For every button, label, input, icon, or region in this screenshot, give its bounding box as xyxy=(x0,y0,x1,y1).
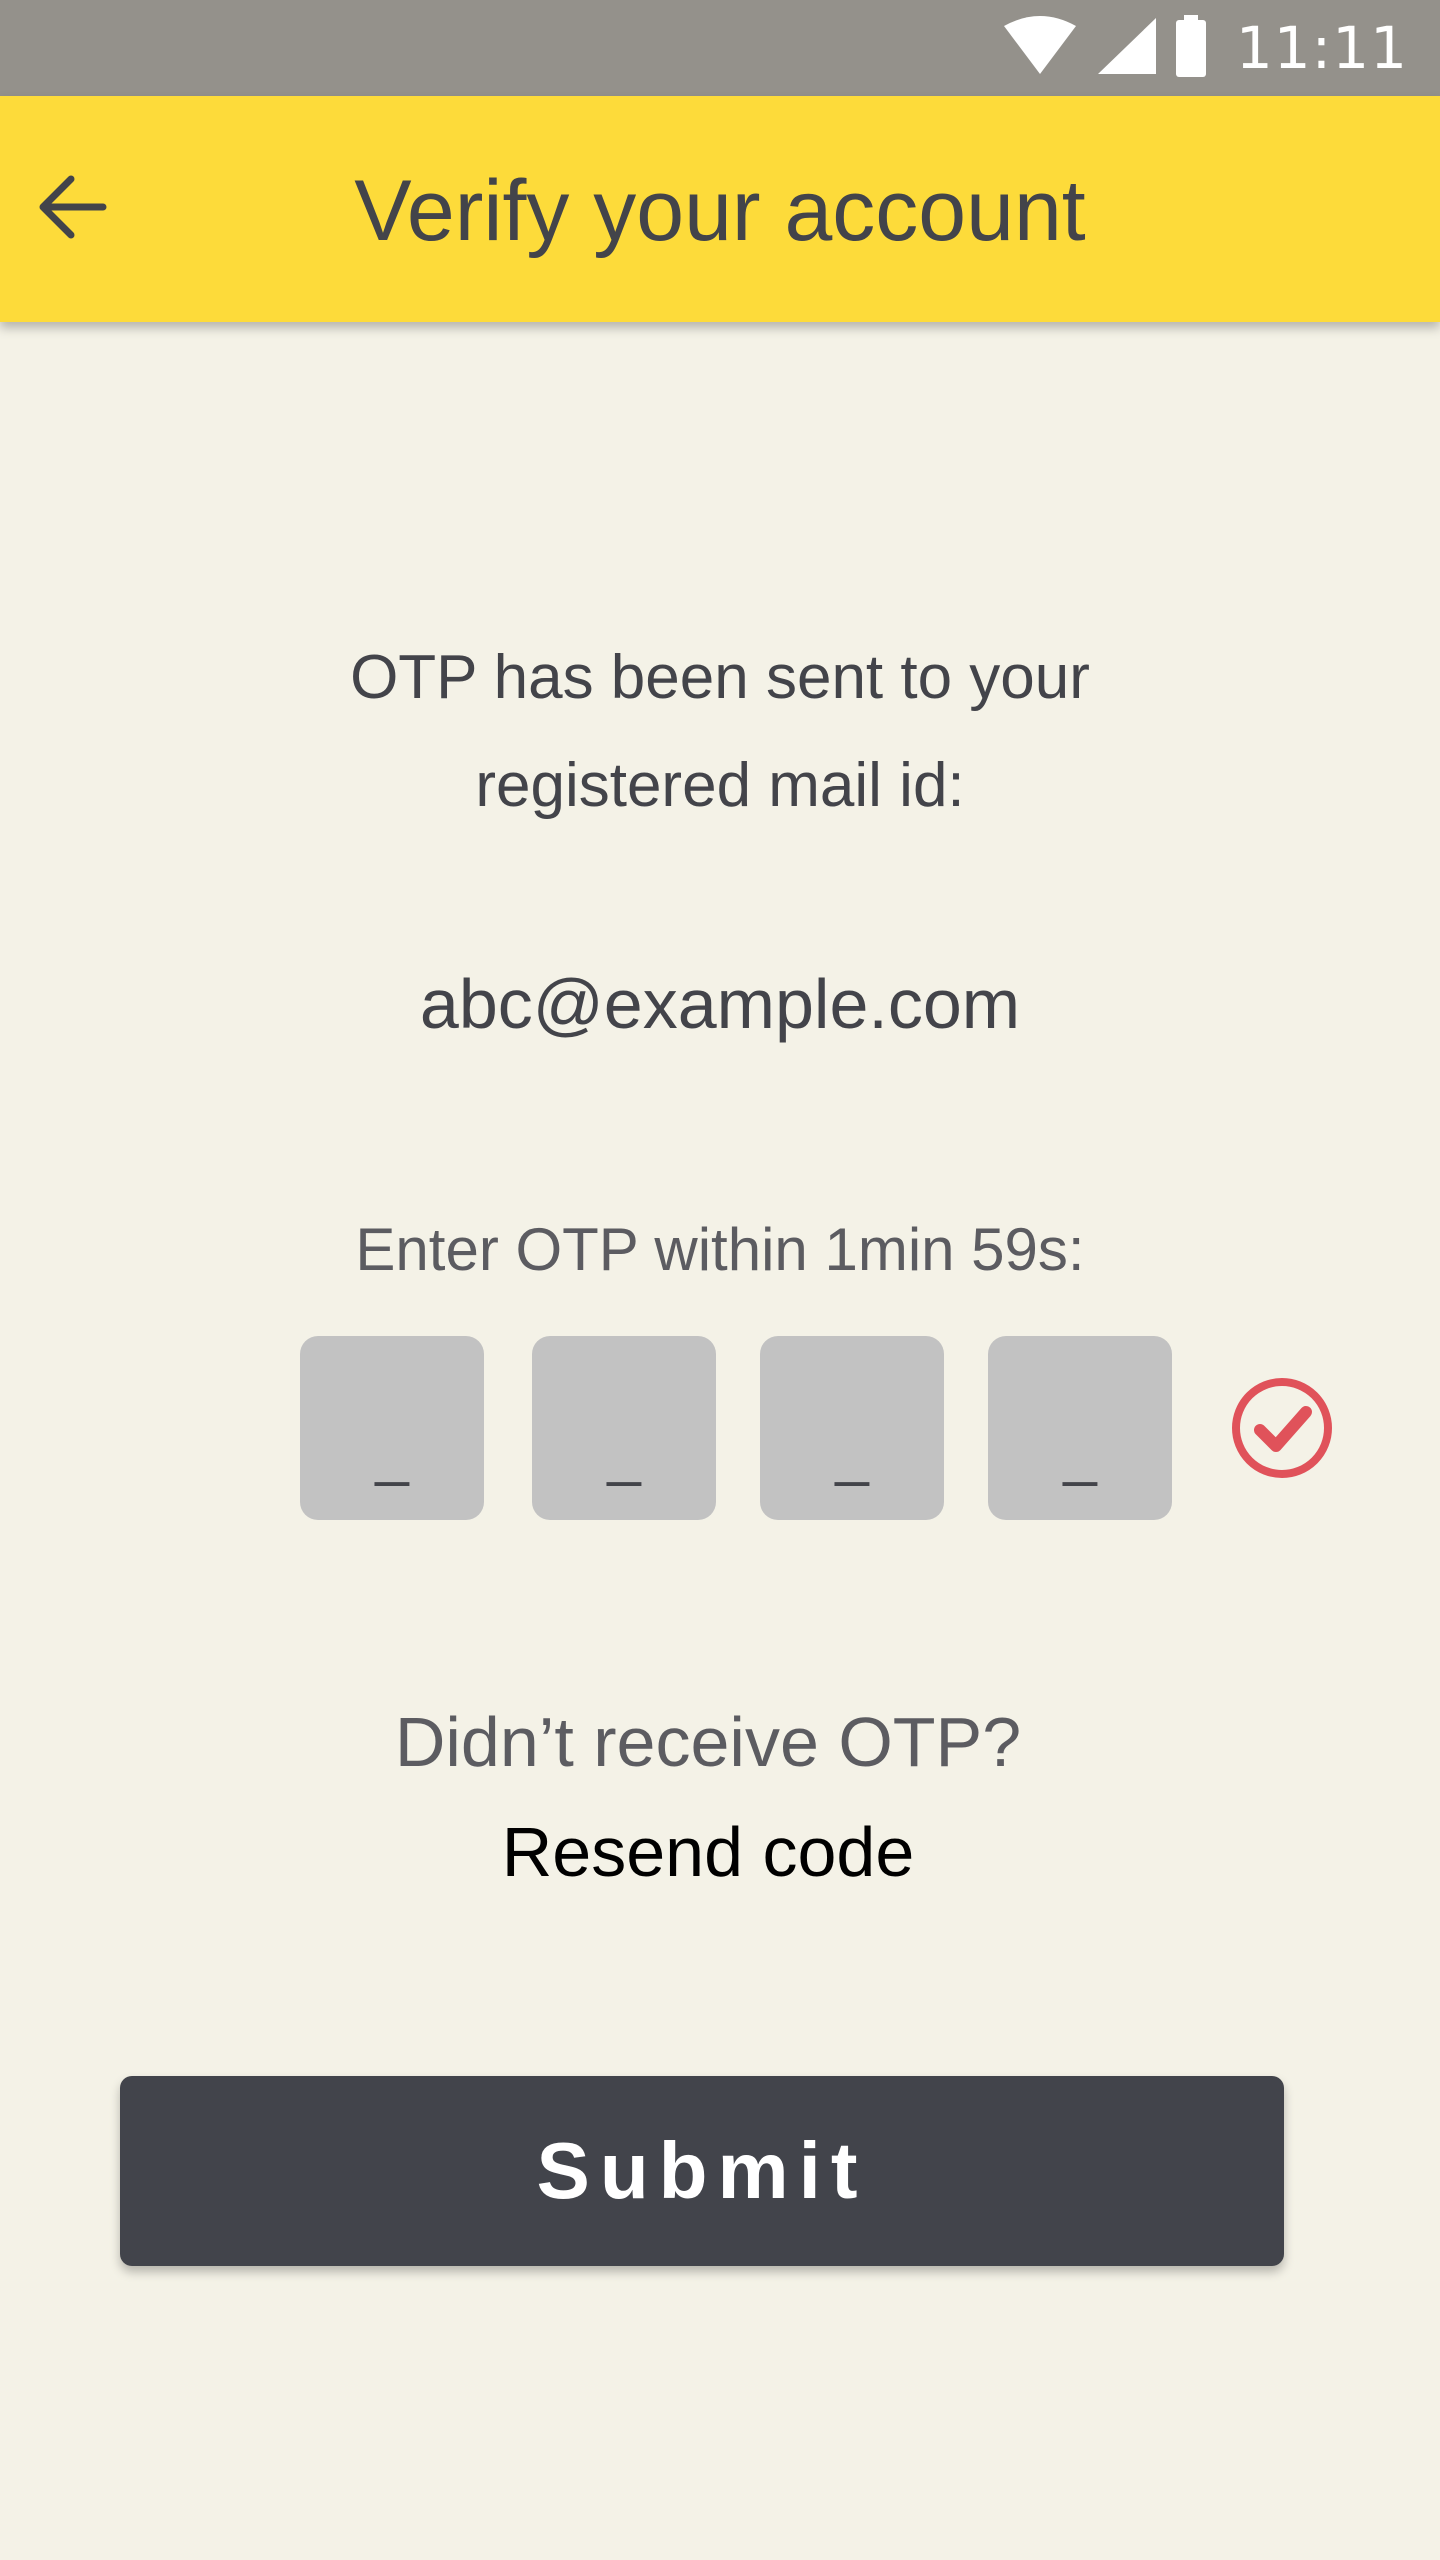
resend-code-link[interactable]: Resend code xyxy=(0,1802,1416,1902)
page-title: Verify your account xyxy=(354,163,1086,259)
battery-icon xyxy=(1174,14,1208,82)
otp-sent-message-line1: OTP has been sent to your xyxy=(350,643,1090,712)
resend-prompt: Didn’t receive OTP? xyxy=(394,1703,1022,1781)
status-icons: 11:11 xyxy=(1003,0,1408,96)
status-bar: 11:11 xyxy=(0,0,1440,96)
otp-timer-label: Enter OTP within 1min 59s: xyxy=(355,1216,1085,1283)
check-circle-icon[interactable] xyxy=(1228,1374,1336,1482)
verify-account-screen: 11:11 Verify your account OTP has been s… xyxy=(0,0,1440,2560)
registered-email: abc@example.com xyxy=(419,965,1021,1043)
app-bar: Verify your account xyxy=(0,96,1440,322)
status-time: 11:11 xyxy=(1235,14,1408,82)
otp-digit-2[interactable]: _ xyxy=(532,1336,716,1520)
otp-sent-message-line2: registered mail id: xyxy=(475,751,965,820)
signal-icon xyxy=(1094,16,1156,81)
otp-digit-3[interactable]: _ xyxy=(760,1336,944,1520)
wifi-icon xyxy=(1003,15,1076,81)
otp-digit-4[interactable]: _ xyxy=(988,1336,1172,1520)
otp-digit-1[interactable]: _ xyxy=(300,1336,484,1520)
submit-button[interactable]: Submit xyxy=(120,2076,1284,2266)
